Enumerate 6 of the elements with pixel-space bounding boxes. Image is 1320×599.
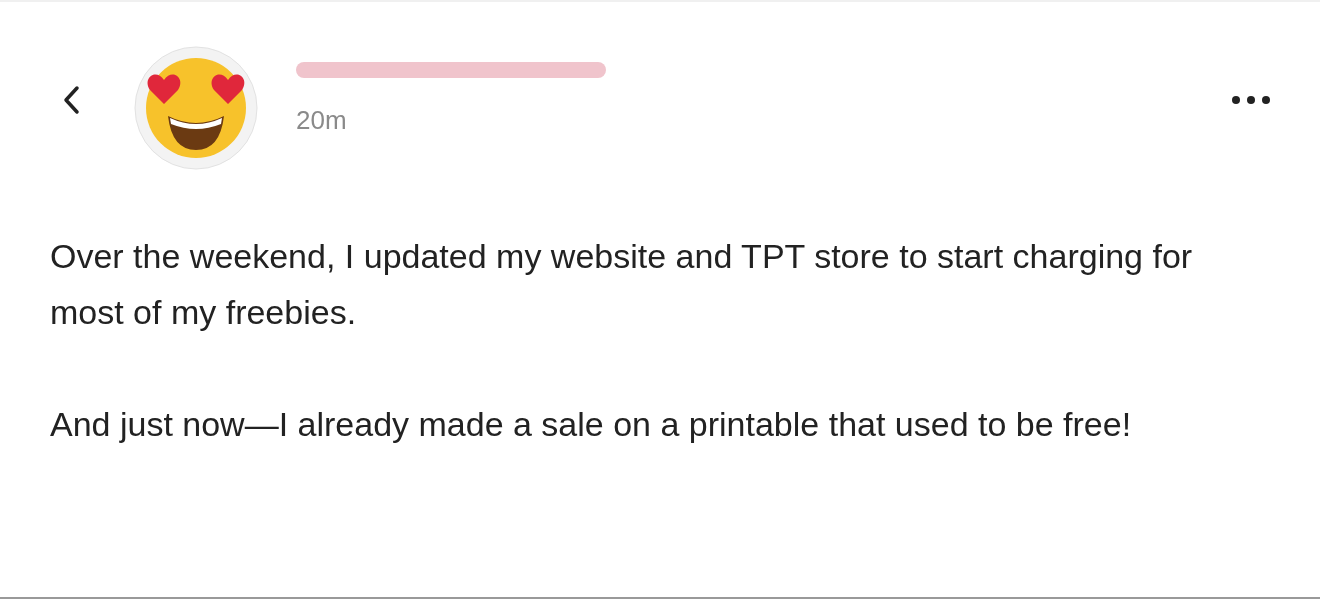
back-icon[interactable]	[62, 85, 80, 115]
more-options-icon[interactable]	[1232, 96, 1270, 104]
post-time: 20m	[296, 104, 348, 136]
heart-eyes-emoji-icon	[134, 46, 258, 170]
post-paragraph: And just now—I already made a sale on a printable that used to be free!	[50, 404, 1133, 445]
post-paragraph: Over the weekend, I updated my website and TPT store to start charging for most of my freebies.	[50, 236, 1194, 333]
